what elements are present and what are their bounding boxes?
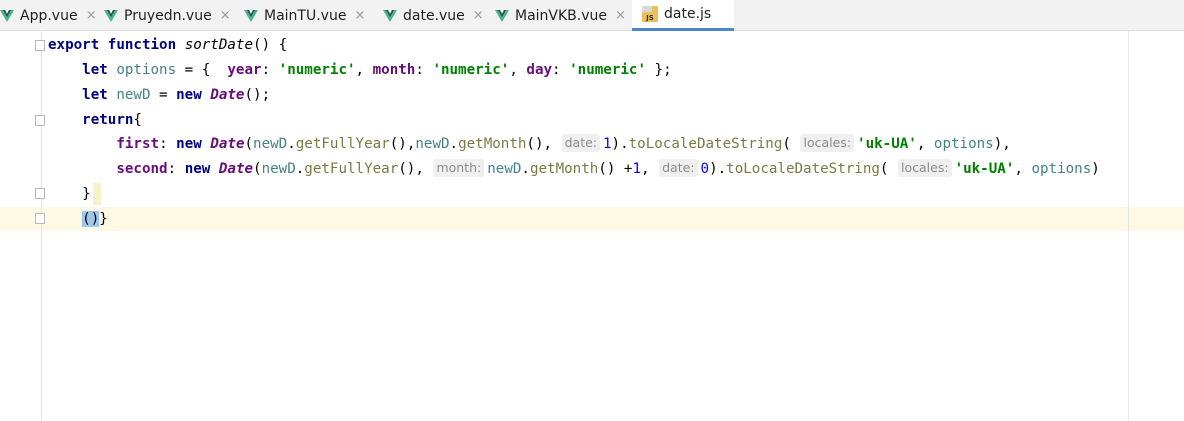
close-icon[interactable]: × — [86, 8, 97, 23]
tab-date-js[interactable]: JS date.js — [632, 0, 734, 31]
close-icon[interactable]: × — [615, 8, 626, 23]
code-line-2: let options = { year: 'numeric', month: … — [82, 62, 672, 78]
fold-marker-icon[interactable] — [35, 40, 45, 51]
variable: newD — [261, 161, 296, 177]
parameter-hint: locales: — [800, 134, 855, 152]
keyword: function — [107, 37, 177, 53]
variable: newD — [116, 87, 151, 103]
code-line-7: } — [48, 182, 91, 206]
close-icon[interactable]: × — [473, 8, 484, 23]
code-line-8: ()} — [48, 207, 108, 231]
punct: () { — [253, 37, 288, 53]
class-name: Date — [210, 136, 245, 152]
tab-maintu-vue[interactable]: MainTU.vue × — [244, 0, 365, 31]
keyword: new — [176, 136, 202, 152]
property: first — [116, 136, 160, 152]
code-line-6: second: new Date(newD.getFullYear(), mon… — [116, 159, 1100, 177]
string: 'numeric' — [278, 62, 356, 78]
string: 'numeric' — [569, 62, 646, 78]
vue-file-icon — [495, 9, 509, 22]
punct: ) — [1091, 161, 1100, 177]
punct: } — [99, 211, 108, 227]
variable: options — [933, 136, 994, 152]
code-line-4: return{ — [48, 108, 142, 132]
tab-label: MainVKB.vue — [515, 7, 608, 24]
variable: options — [116, 62, 177, 78]
tab-label: App.vue — [20, 7, 78, 24]
class-name: Date — [210, 87, 245, 103]
keyword: return — [82, 112, 134, 128]
punct: (); — [244, 87, 271, 103]
property: month — [372, 62, 416, 78]
close-icon[interactable]: × — [354, 8, 365, 23]
method: getMonth — [458, 136, 527, 152]
editor-tab-bar: App.vue × Pruyedn.vue × MainTU.vue × dat… — [0, 0, 1184, 31]
code-line-1: export function sortDate() { — [48, 33, 287, 57]
property: year — [227, 62, 262, 78]
keyword: export — [48, 37, 100, 53]
punct: }; — [646, 62, 672, 78]
method: getMonth — [529, 161, 599, 177]
punct: ), — [993, 136, 1011, 152]
keyword: new — [184, 161, 211, 177]
number: 1 — [603, 136, 612, 152]
keyword: new — [176, 87, 202, 103]
vue-file-icon — [244, 9, 258, 22]
string: 'uk-UA' — [857, 136, 917, 152]
tab-date-vue[interactable]: date.vue × — [383, 0, 484, 31]
method: toLocaleDateString — [726, 161, 880, 177]
tab-label: Pruyedn.vue — [124, 7, 212, 24]
tab-label: MainTU.vue — [264, 7, 347, 24]
punct: { — [133, 112, 142, 128]
parameter-hint: month: — [433, 159, 485, 177]
punct: = — [150, 87, 177, 103]
parameter-hint: date: — [561, 134, 600, 152]
vue-file-icon — [104, 9, 118, 22]
brace-match-marker — [93, 183, 101, 205]
variable: options — [1031, 161, 1092, 177]
tab-label: date.vue — [403, 7, 465, 24]
variable: newD — [415, 136, 450, 152]
matched-paren: () — [82, 211, 100, 227]
method: getFullYear — [304, 161, 399, 177]
caret-line-highlight — [0, 207, 1184, 231]
function-name: sortDate — [184, 37, 254, 53]
js-file-icon: JS — [642, 6, 658, 22]
string: 'numeric' — [432, 62, 510, 78]
tab-pruyedn-vue[interactable]: Pruyedn.vue × — [104, 0, 231, 31]
variable: newD — [253, 136, 288, 152]
number: 1 — [632, 161, 642, 177]
code-editor[interactable]: export function sortDate() { let options… — [0, 31, 1184, 421]
keyword: let — [82, 62, 108, 78]
parameter-hint: date: — [659, 159, 698, 177]
code-line-5: first: new Date(newD.getFullYear(),newD.… — [116, 134, 1011, 152]
punct: + — [615, 161, 633, 177]
gutter-divider — [41, 31, 42, 421]
method: toLocaleDateString — [628, 136, 783, 152]
tab-app-vue[interactable]: App.vue × — [0, 0, 96, 31]
vue-file-icon — [383, 9, 397, 22]
tab-label: date.js — [664, 6, 712, 22]
fold-marker-icon[interactable] — [35, 188, 45, 199]
keyword: let — [82, 87, 108, 103]
right-margin-guide — [1128, 31, 1129, 421]
punct: = { — [176, 62, 228, 78]
parameter-hint: locales: — [898, 159, 952, 177]
vue-file-icon — [0, 9, 14, 22]
method: getFullYear — [295, 136, 390, 152]
code-line-3: let newD = new Date(); — [48, 83, 270, 107]
tab-mainvkb-vue[interactable]: MainVKB.vue × — [495, 0, 626, 31]
close-icon[interactable]: × — [220, 8, 231, 23]
class-name: Date — [218, 161, 254, 177]
variable: newD — [487, 161, 522, 177]
property: second — [116, 161, 168, 177]
fold-marker-icon[interactable] — [35, 115, 45, 126]
property: day — [526, 62, 553, 78]
punct: } — [82, 186, 91, 202]
string: 'uk-UA' — [954, 161, 1015, 177]
number: 0 — [700, 161, 710, 177]
fold-marker-icon[interactable] — [35, 213, 45, 224]
